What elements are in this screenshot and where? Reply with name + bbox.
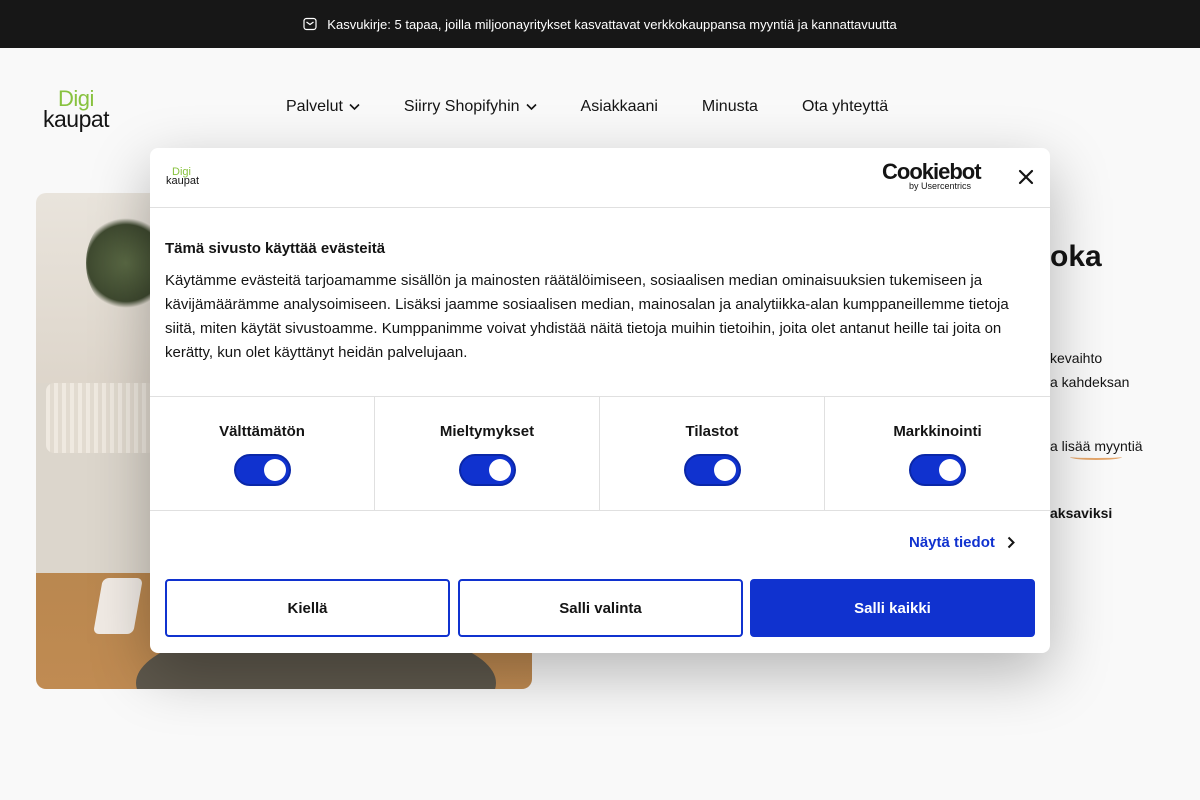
toggle-switch[interactable] (909, 454, 966, 486)
dialog-site-logo: Digi kaupat (166, 166, 206, 190)
cookiebot-wordmark: Cookiebot (882, 159, 982, 184)
nav-item-asiakkaani[interactable]: Asiakkaani (581, 98, 658, 116)
category-mieltymykset: Mieltymykset (375, 397, 600, 510)
show-details-link[interactable]: Näytä tiedot (909, 534, 1015, 551)
hero-paragraph-line: a kahdeksan (1050, 374, 1130, 390)
chevron-right-icon (1007, 536, 1015, 549)
nav-label: Ota yhteyttä (801, 98, 889, 115)
toggle-switch[interactable] (459, 454, 516, 486)
cookiebot-logo[interactable]: Cookiebot by Usercentrics (882, 161, 986, 195)
toggle-switch[interactable] (234, 454, 291, 486)
cookie-consent-dialog: Digi kaupat Cookiebot by Usercentrics Tä… (150, 148, 1050, 653)
hero-paragraph-fragment: kevaihto a kahdeksan (1050, 346, 1129, 394)
nav-label: Minusta (701, 98, 758, 115)
nav-item-palvelut[interactable]: Palvelut (286, 98, 360, 116)
show-details-label: Näytä tiedot (909, 534, 995, 551)
category-tilastot: Tilastot (600, 397, 825, 510)
announcement-text[interactable]: Kasvukirje: 5 tapaa, joilla miljoonayrit… (327, 17, 896, 32)
nav-label: Siirry Shopifyhin (403, 98, 520, 115)
category-label: Mieltymykset (439, 423, 535, 440)
hero-bold-fragment: aksaviksi (1050, 505, 1113, 521)
toggle-switch[interactable] (684, 454, 741, 486)
close-icon[interactable] (1016, 167, 1036, 187)
category-markkinointi: Markkinointi (825, 397, 1050, 510)
hero-highlight-fragment: a lisää myyntiä (1050, 438, 1143, 460)
nav-label: Palvelut (286, 98, 343, 115)
toggle-knob (714, 459, 736, 481)
logo-line-2: kaupat (43, 106, 110, 132)
toggle-knob (489, 459, 511, 481)
announcement-bar[interactable]: Kasvukirje: 5 tapaa, joilla miljoonayrit… (0, 0, 1200, 48)
nav-item-minusta[interactable]: Minusta (702, 98, 758, 116)
category-label: Markkinointi (893, 423, 982, 440)
nav-label: Asiakkaani (580, 98, 658, 115)
deny-button[interactable]: Kiellä (165, 579, 450, 637)
chevron-down-icon (349, 103, 360, 111)
toggle-knob (939, 459, 961, 481)
logo-line-2: kaupat (166, 175, 200, 187)
hero-highlight-text: a lisää myyntiä (1050, 438, 1143, 454)
nav-item-siirry-shopifyhin[interactable]: Siirry Shopifyhin (404, 98, 537, 116)
category-label: Tilastot (685, 423, 739, 440)
main-nav: Palvelut Siirry Shopifyhin Asiakkaani Mi… (286, 98, 932, 116)
underline-wave (1070, 454, 1122, 460)
allow-selection-button[interactable]: Salli valinta (458, 579, 743, 637)
site-logo[interactable]: Digi kaupat (43, 86, 123, 132)
category-label: Välttämätön (219, 423, 305, 440)
consent-categories: Välttämätön Mieltymykset Tilastot Markki… (150, 396, 1050, 511)
hero-heading-fragment: oka (1050, 240, 1102, 273)
category-valttamaton: Välttämätön (150, 397, 375, 510)
blanket-shape (46, 383, 156, 453)
chevron-down-icon (525, 103, 537, 111)
toggle-knob (264, 459, 286, 481)
mail-icon (303, 17, 317, 31)
allow-all-button[interactable]: Salli kaikki (750, 579, 1035, 637)
phone-shape (93, 578, 143, 634)
dialog-header: Digi kaupat Cookiebot by Usercentrics (150, 148, 1050, 208)
dialog-title: Tämä sivusto käyttää evästeitä (165, 240, 386, 257)
nav-item-ota-yhteytta[interactable]: Ota yhteyttä (802, 98, 888, 116)
dialog-body: Käytämme evästeitä tarjoamamme sisällön … (165, 272, 1009, 361)
hero-paragraph-line: kevaihto (1050, 350, 1103, 366)
